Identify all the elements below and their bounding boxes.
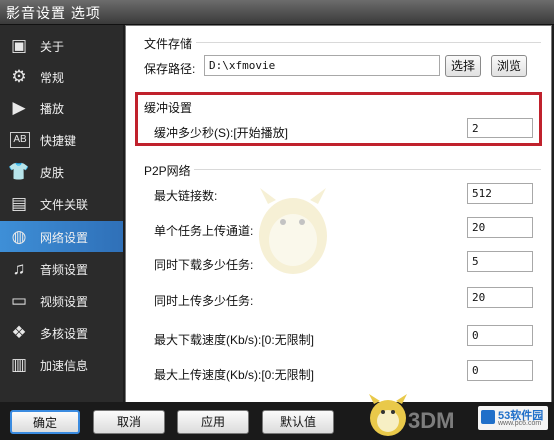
browse-button[interactable]: 浏览 <box>491 55 527 77</box>
folder-icon: ▤ <box>10 194 28 213</box>
window-title: 影音设置 选项 <box>6 5 101 21</box>
concurrent-downloads-input[interactable]: 5 <box>467 251 533 272</box>
max-download-speed-label: 最大下载速度(Kb/s):[0:无限制] <box>154 333 315 347</box>
storage-section-title: 文件存储 <box>144 37 193 51</box>
section-divider <box>196 42 541 43</box>
keyboard-icon: AB <box>10 132 30 148</box>
shirt-icon: 👕 <box>8 162 30 181</box>
mascot-watermark <box>259 188 327 274</box>
save-path-label: 保存路径: <box>144 62 196 76</box>
max-upload-speed-input[interactable]: 0 <box>467 360 533 381</box>
concurrent-uploads-input[interactable]: 20 <box>467 287 533 308</box>
sidebar-item-label: 皮肤 <box>40 166 65 180</box>
sidebar-item-playback[interactable]: ▶ 播放 <box>0 92 123 123</box>
site-logo: 53软件园 www.pc6.com <box>478 406 548 430</box>
sidebar-item-label: 视频设置 <box>40 295 89 309</box>
settings-panel: 文件存储 保存路径: D:\xfmovie 选择 浏览 缓冲设置 缓冲多少秒(S… <box>125 25 552 404</box>
audio-icon: ♫ <box>12 259 26 278</box>
sidebar-item-label: 关于 <box>40 40 65 54</box>
site-logo-url: www.pc6.com <box>498 420 542 427</box>
watermark-3dm-text: 3DM <box>408 408 455 433</box>
choose-button[interactable]: 选择 <box>445 55 481 77</box>
sidebar-item-file-assoc[interactable]: ▤ 文件关联 <box>0 188 123 219</box>
concurrent-uploads-label: 同时上传多少任务: <box>154 294 254 308</box>
sidebar-item-network[interactable]: ◍ 网络设置 <box>0 221 123 252</box>
sidebar: ▣ 关于 ⚙ 常规 ▶ 播放 AB 快捷键 👕 皮肤 ▤ 文件关联 ◍ 网络设置… <box>0 25 123 402</box>
sidebar-item-about[interactable]: ▣ 关于 <box>0 30 123 61</box>
sidebar-item-label: 快捷键 <box>40 134 77 148</box>
about-icon: ▣ <box>10 36 28 55</box>
sidebar-item-skin[interactable]: 👕 皮肤 <box>0 156 123 187</box>
sidebar-item-label: 多核设置 <box>40 327 89 341</box>
upload-channels-input[interactable]: 20 <box>467 217 533 238</box>
apply-button[interactable]: 应用 <box>177 410 249 434</box>
footer-bar: 确定 取消 应用 默认值 3DM <box>0 394 554 440</box>
p2p-section-title: P2P网络 <box>144 164 191 178</box>
sidebar-item-hotkeys[interactable]: AB 快捷键 <box>0 124 123 155</box>
sidebar-item-label: 常规 <box>40 71 65 85</box>
max-connections-label: 最大链接数: <box>154 189 218 203</box>
sidebar-item-label: 文件关联 <box>40 198 89 212</box>
sidebar-item-accel-info[interactable]: ▥ 加速信息 <box>0 349 123 380</box>
tv-icon: ▭ <box>10 291 28 310</box>
ok-button[interactable]: 确定 <box>10 410 80 434</box>
default-button[interactable]: 默认值 <box>262 410 334 434</box>
sidebar-item-general[interactable]: ⚙ 常规 <box>0 61 123 92</box>
max-connections-input[interactable]: 512 <box>467 183 533 204</box>
sidebar-item-video[interactable]: ▭ 视频设置 <box>0 285 123 316</box>
save-path-input[interactable]: D:\xfmovie <box>204 55 440 76</box>
title-bar[interactable]: 影音设置 选项 <box>0 0 554 25</box>
sidebar-item-label: 加速信息 <box>40 359 89 373</box>
multicore-icon: ❖ <box>11 323 27 342</box>
play-icon: ▶ <box>12 98 26 117</box>
sidebar-item-label: 网络设置 <box>40 231 89 245</box>
max-upload-speed-label: 最大上传速度(Kb/s):[0:无限制] <box>154 368 315 382</box>
max-download-speed-input[interactable]: 0 <box>467 325 533 346</box>
settings-window: 影音设置 选项 ▣ 关于 ⚙ 常规 ▶ 播放 AB 快捷键 👕 皮肤 ▤ 文件关… <box>0 0 554 440</box>
section-divider <box>194 169 541 170</box>
cancel-button[interactable]: 取消 <box>93 410 165 434</box>
sidebar-item-label: 音频设置 <box>40 263 89 277</box>
sidebar-item-label: 播放 <box>40 102 65 116</box>
info-icon: ▥ <box>10 355 28 374</box>
buffer-highlight-box <box>135 92 542 146</box>
site-logo-icon <box>481 410 495 424</box>
sidebar-item-audio[interactable]: ♫ 音频设置 <box>0 253 123 284</box>
sidebar-item-multicore[interactable]: ❖ 多核设置 <box>0 317 123 348</box>
gear-icon: ⚙ <box>11 67 27 86</box>
globe-icon: ◍ <box>11 227 27 246</box>
